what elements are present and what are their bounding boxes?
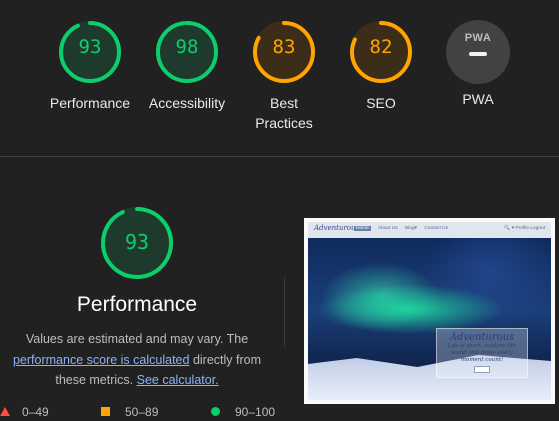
desc-text-3: these metrics. — [55, 373, 134, 387]
final-screenshot[interactable]: Adventurous Home About Us Blog▾ Contact … — [304, 218, 555, 404]
legend-range: 50–89 — [125, 405, 159, 419]
gauge-label: PWA — [462, 91, 494, 107]
gauge-pwa[interactable]: PWA PWA — [428, 12, 528, 109]
pwa-badge-text: PWA — [464, 32, 492, 44]
average-square-icon — [101, 407, 110, 416]
performance-score: 93 — [124, 230, 150, 254]
site-logo: Adventurous — [314, 224, 360, 232]
gauge-label: Accessibility — [148, 95, 226, 111]
gauge-performance[interactable]: 93 Performance — [40, 20, 140, 113]
fail-triangle-icon — [0, 407, 10, 416]
performance-score-link[interactable]: performance score is calculated — [13, 353, 189, 367]
performance-title: Performance — [76, 293, 198, 316]
nav-link: Contact Us — [424, 226, 449, 231]
nav-link: Home — [354, 226, 371, 231]
pwa-badge-icon: PWA — [446, 20, 510, 84]
gauge-label: Best Practices — [255, 95, 313, 131]
site-nav-links: Home About Us Blog▾ Contact Us — [354, 226, 454, 231]
gauge-label: SEO — [366, 95, 396, 111]
legend-range: 90–100 — [235, 405, 276, 419]
hero-text: Life is short, explore the world and mak… — [447, 343, 517, 363]
divider — [284, 277, 285, 347]
score-value: 83 — [272, 36, 296, 58]
score-legend: 0–49 50–89 90–100 — [0, 405, 290, 421]
desc-text-1: Values are estimated and may vary. The — [25, 332, 249, 346]
nav-link: Blog▾ — [404, 226, 417, 231]
hero-button — [474, 366, 490, 373]
category-scores-bar: 93 Performance 98 Accessibility 83 Best … — [0, 0, 559, 157]
site-navbar: Adventurous Home About Us Blog▾ Contact … — [308, 222, 551, 238]
score-value: 98 — [175, 36, 199, 58]
gauge-label: Performance — [49, 95, 131, 111]
hero-box: Adventurous Life is short, explore the w… — [436, 328, 528, 378]
gauge-accessibility[interactable]: 98 Accessibility — [137, 20, 237, 113]
desc-text-2: directly from — [192, 352, 262, 367]
performance-gauge: 93 — [100, 206, 174, 280]
see-calculator-link[interactable]: See calculator. — [137, 373, 219, 387]
score-value: 82 — [369, 36, 393, 58]
pass-circle-icon — [211, 407, 220, 416]
nav-link: About Us — [377, 226, 398, 231]
gauge-best-practices[interactable]: 83 Best Practices — [234, 20, 334, 133]
legend-range: 0–49 — [22, 405, 49, 419]
gauge-seo[interactable]: 82 SEO — [331, 20, 431, 113]
screenshot-image: Adventurous Home About Us Blog▾ Contact … — [308, 222, 551, 400]
hero-title: Adventurous — [449, 332, 515, 343]
site-nav-right: 🔍 ▾ Profile Logout — [504, 226, 545, 231]
score-value: 93 — [78, 36, 102, 58]
pwa-dash — [469, 52, 487, 56]
performance-description: Values are estimated and may vary. The p… — [4, 329, 270, 391]
